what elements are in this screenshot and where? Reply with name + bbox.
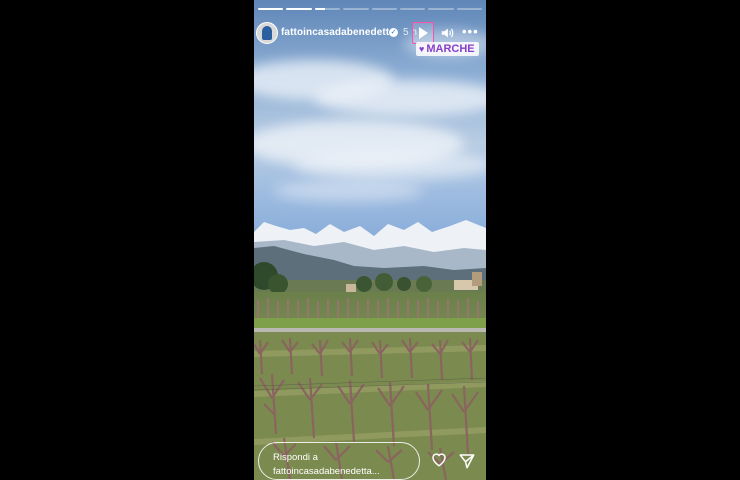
reply-input[interactable]: Rispondi a fattoincasadabenedetta...	[258, 442, 420, 480]
volume-icon[interactable]	[440, 26, 454, 40]
play-icon	[419, 27, 428, 39]
heart-icon: ♥	[419, 44, 425, 54]
progress-segment	[314, 8, 341, 10]
verified-badge-icon: ✓	[389, 28, 398, 37]
progress-segment	[343, 8, 369, 10]
progress-segment	[286, 8, 312, 10]
username[interactable]: fattoincasadabenedetta	[281, 27, 395, 38]
progress-segment	[456, 8, 482, 10]
story-progress-bar	[258, 8, 482, 10]
more-options-button[interactable]: •••	[462, 24, 479, 39]
progress-segment	[399, 8, 426, 10]
progress-segment	[371, 8, 397, 10]
send-icon[interactable]	[458, 452, 476, 470]
story-viewer[interactable]: fattoincasadabenedetta ✓ 5 h ••• ♥ MARCHE…	[254, 0, 486, 480]
progress-segment	[428, 8, 454, 10]
stage: fattoincasadabenedetta ✓ 5 h ••• ♥ MARCHE…	[0, 0, 740, 480]
progress-segment	[258, 8, 284, 10]
avatar[interactable]	[256, 22, 278, 44]
location-label: MARCHE	[426, 43, 475, 55]
location-sticker[interactable]: ♥ MARCHE	[416, 42, 479, 56]
heart-icon[interactable]	[430, 450, 448, 468]
reply-placeholder: Rispondi a fattoincasadabenedetta...	[273, 452, 380, 477]
play-button[interactable]	[412, 22, 434, 44]
